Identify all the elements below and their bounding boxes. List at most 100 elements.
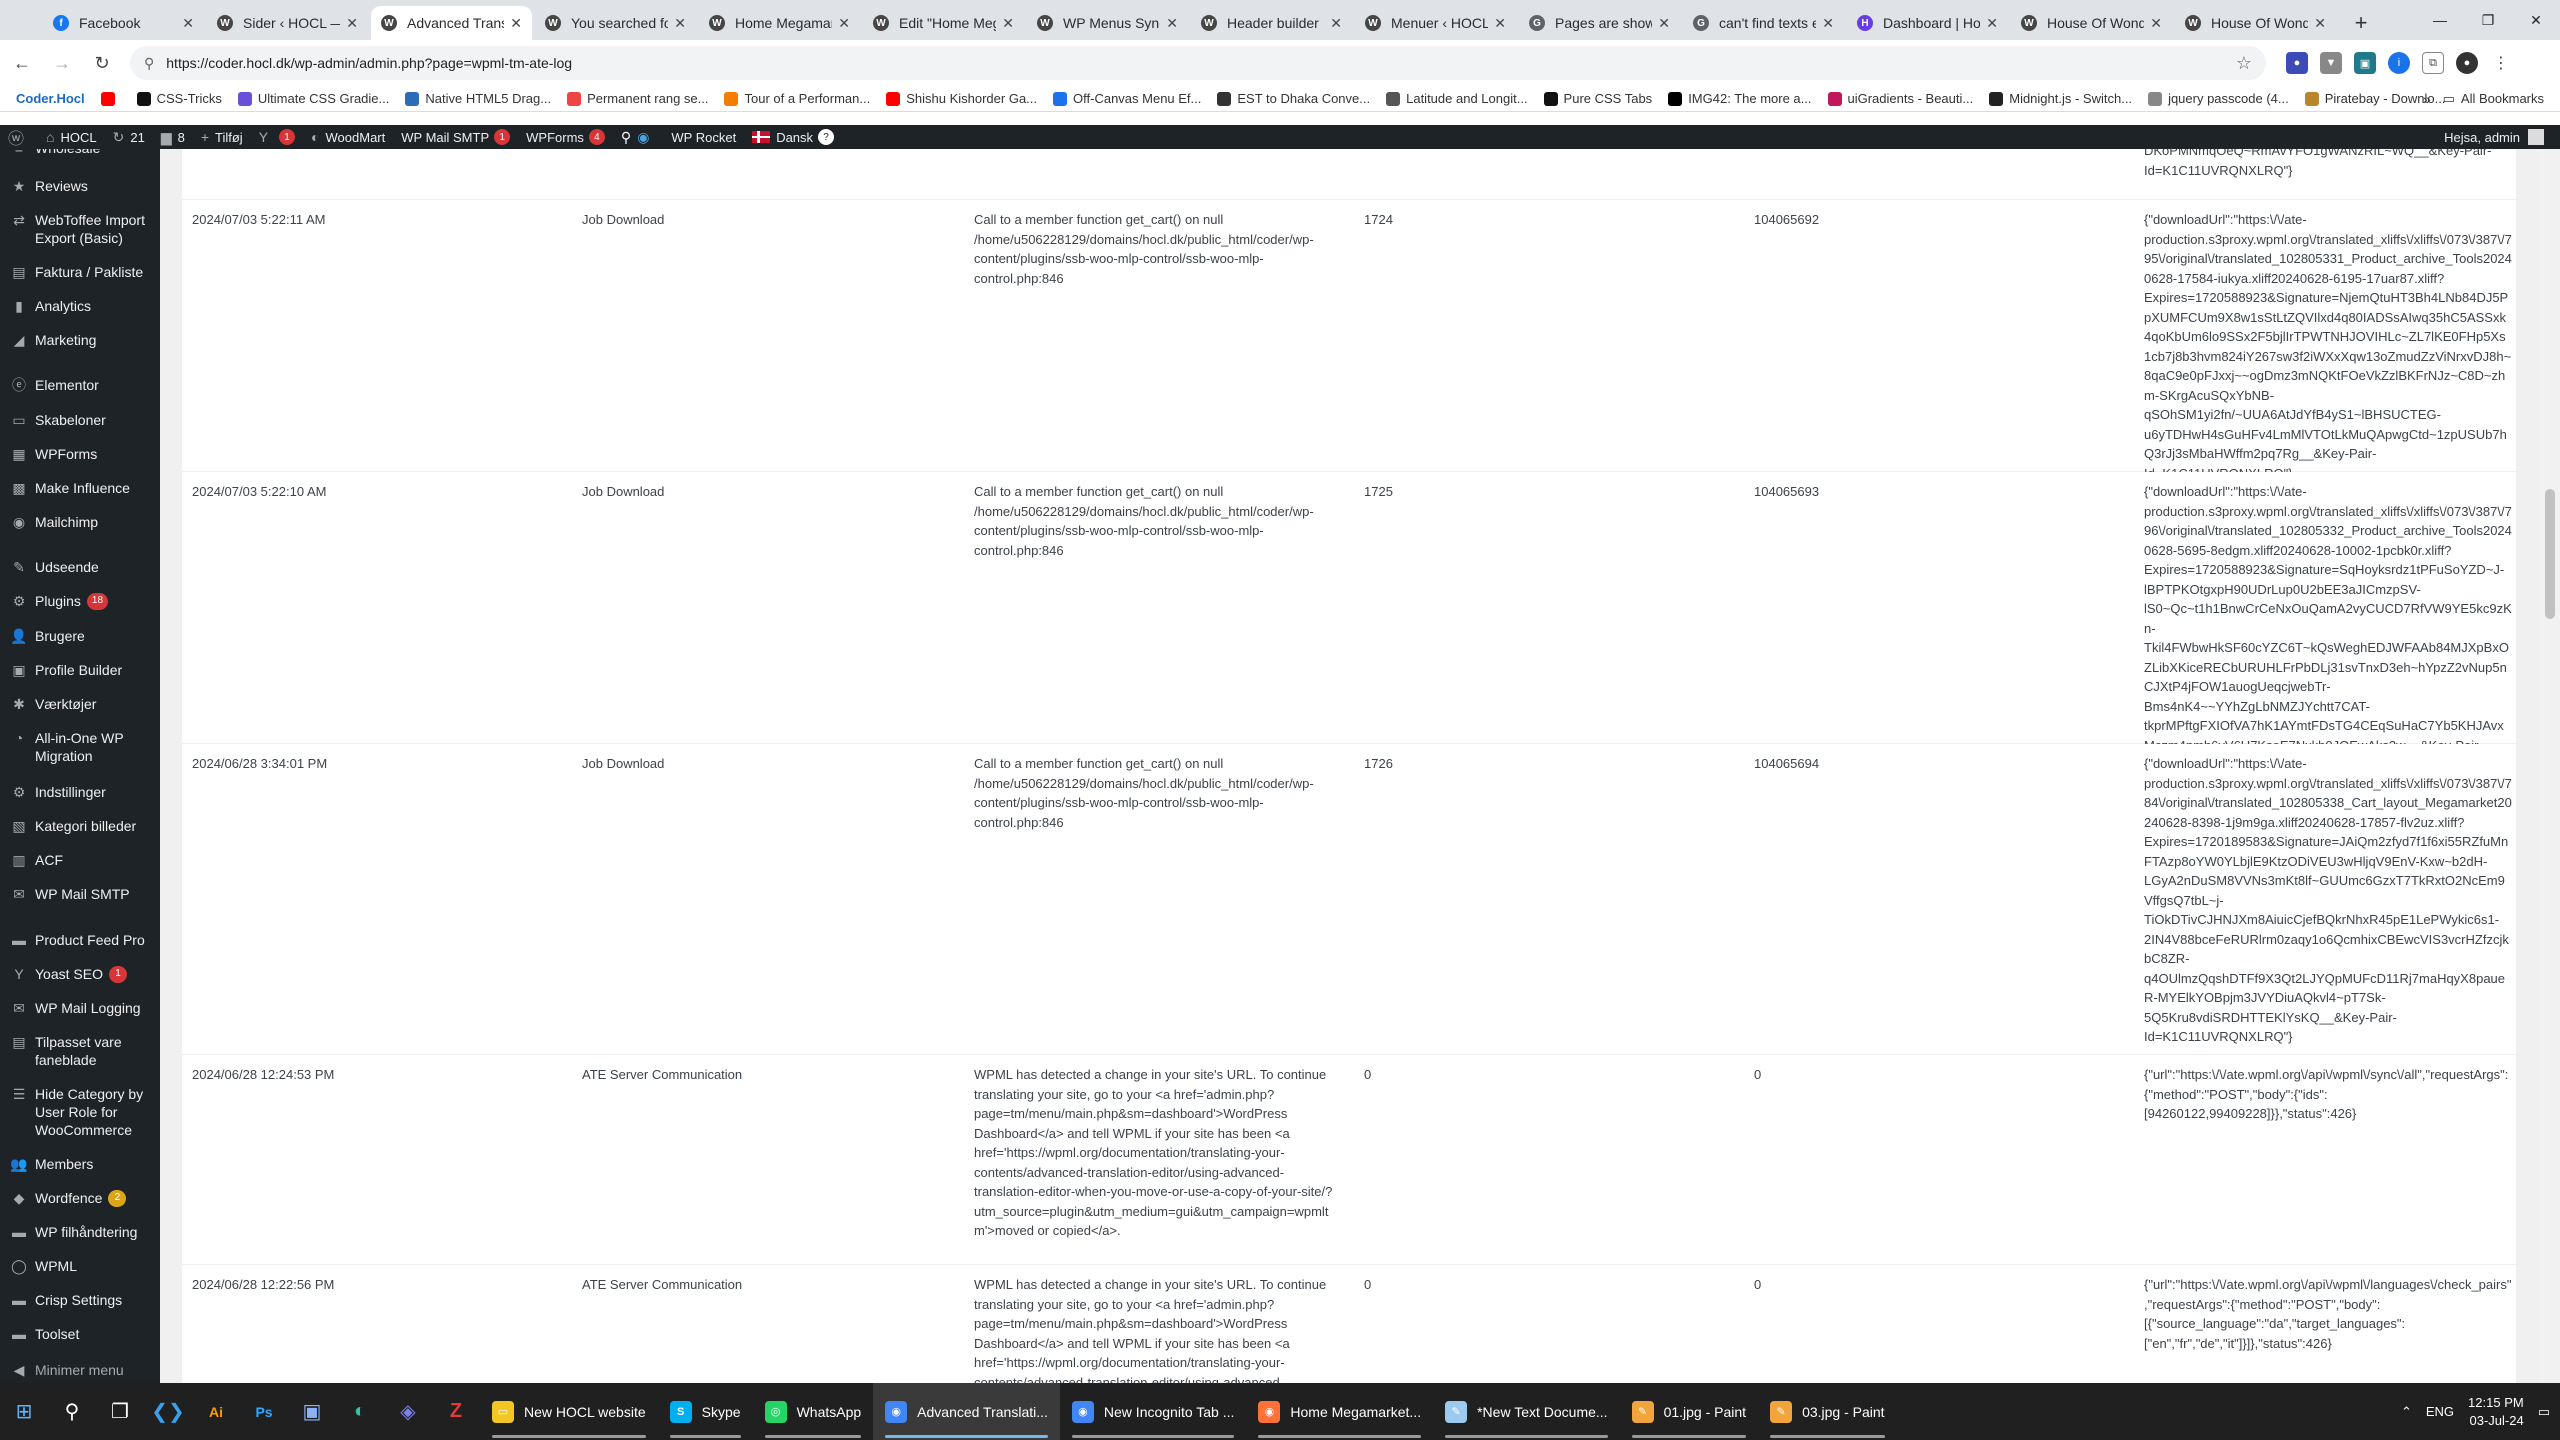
browser-tab[interactable]: W Edit "Home Meg ✕ (863, 6, 1024, 40)
all-bookmarks-label[interactable]: All Bookmarks (2461, 91, 2544, 106)
bookmark-item[interactable]: Pure CSS Tabs (1543, 91, 1652, 106)
site-info-icon[interactable]: ⚲ (144, 55, 154, 72)
extension-icon[interactable]: i (2388, 52, 2410, 74)
all-bookmarks[interactable]: » ▭ All Bookmarks (2423, 91, 2544, 107)
tab-close-icon[interactable]: ✕ (182, 15, 194, 32)
bookmark-star-icon[interactable]: ☆ (2236, 53, 2252, 74)
sidebar-item[interactable]: 👥 Members (0, 1155, 160, 1173)
minimize-button[interactable]: — (2416, 0, 2464, 40)
illustrator-icon[interactable]: Ai (192, 1383, 240, 1440)
bookmark-item[interactable]: CSS-Tricks (136, 91, 222, 106)
browser-tab[interactable]: W WP Menus Sync ✕ (1027, 6, 1188, 40)
task-view-icon[interactable]: ❐ (96, 1383, 144, 1440)
extension-icon[interactable]: ▣ (2354, 52, 2376, 74)
language-switcher[interactable]: Dansk? (744, 125, 842, 149)
tab-close-icon[interactable]: ✕ (346, 15, 358, 32)
photoshop-icon[interactable]: Ps (240, 1383, 288, 1440)
sidebar-item[interactable]: ◢ Marketing (0, 331, 160, 349)
sidebar-item[interactable]: ◔ All-in-One WP Migration (0, 729, 160, 765)
sidebar-item[interactable]: ▮ Analytics (0, 297, 160, 315)
bookmark-item[interactable]: Ultimate CSS Gradie... (237, 91, 389, 106)
input-language[interactable]: ENG (2426, 1404, 2454, 1419)
search-icon[interactable]: ⚲ (48, 1383, 96, 1440)
sidebar-item[interactable]: ◉ Mailchimp (0, 513, 160, 531)
bookmark-item[interactable]: jquery passcode (4... (2148, 91, 2289, 106)
browser-tab[interactable]: W House Of Wonde ✕ (2011, 6, 2172, 40)
sidebar-item[interactable]: ✉ WP Mail Logging (0, 999, 160, 1017)
bookmark-item[interactable]: Shishu Kishorder Ga... (886, 91, 1037, 106)
search-monitor-menu[interactable]: ⚲ ◉ (613, 125, 663, 149)
browser-tab[interactable]: H Dashboard | Hos ✕ (1847, 6, 2008, 40)
sidebar-item[interactable]: ◆ Wordfence 2 (0, 1189, 160, 1207)
bookmark-item[interactable]: Latitude and Longit... (1386, 91, 1528, 106)
forward-button[interactable]: → (44, 45, 80, 81)
new-tab-button[interactable]: + (2344, 6, 2378, 40)
wp-logo-menu[interactable]: ⓦ (0, 125, 38, 149)
sidebar-item[interactable]: ▬ WP filhåndtering (0, 1223, 160, 1241)
bookmark-item[interactable]: Tour of a Performan... (724, 91, 870, 106)
sidebar-item[interactable]: ✎ Udseende (0, 558, 160, 576)
bookmark-item[interactable]: Permanent rang se... (567, 91, 708, 106)
bookmark-item[interactable]: Midnight.js - Switch... (1989, 91, 2132, 106)
sidebar-item[interactable]: ▭ Skabeloner (0, 411, 160, 429)
updates-menu[interactable]: ↻ 21 (105, 125, 153, 149)
taskbar-app[interactable]: ✎ 03.jpg - Paint (1758, 1383, 1897, 1440)
sidebar-item[interactable]: ✱ Værktøjer (0, 695, 160, 713)
bookmark-item[interactable]: Native HTML5 Drag... (405, 91, 551, 106)
sidebar-item[interactable]: ▤ Faktura / Pakliste (0, 263, 160, 281)
vertical-scrollbar[interactable] (2540, 149, 2560, 1383)
chevron-right-icon[interactable]: » (2423, 91, 2431, 107)
taskbar-app[interactable]: ▭ New HOCL website (480, 1383, 658, 1440)
sidebar-item[interactable]: 👤 Brugere (0, 627, 160, 645)
tab-close-icon[interactable]: ✕ (510, 15, 522, 32)
filezilla-icon[interactable]: Z (432, 1383, 480, 1440)
sidebar-item[interactable]: Y Yoast SEO 1 (0, 965, 160, 983)
sidebar-item[interactable]: ★ Reviews (0, 177, 160, 195)
taskbar-app[interactable]: ◉ Advanced Translati... (873, 1383, 1060, 1440)
tab-close-icon[interactable]: ✕ (2150, 15, 2162, 32)
bookmark-item[interactable]: IMG42: The more a... (1668, 91, 1812, 106)
my-account-menu[interactable]: Hejsa, admin (2444, 129, 2544, 145)
sidebar-item[interactable]: ☰ Hide Category by User Role for WooComme… (0, 1085, 160, 1139)
sidebar-item[interactable]: ✉ WP Mail SMTP (0, 885, 160, 903)
notification-icon[interactable]: ▭ (2538, 1404, 2550, 1420)
browser-tab[interactable]: W House Of Wonde ✕ (2175, 6, 2336, 40)
tab-close-icon[interactable]: ✕ (1986, 15, 1998, 32)
browser-tab[interactable]: W You searched for ✕ (535, 6, 696, 40)
clock[interactable]: 12:15 PM 03-Jul-24 (2468, 1394, 2524, 1430)
profile-avatar-icon[interactable]: ● (2456, 52, 2478, 74)
browser-tab[interactable]: W Menuer ‹ HOCL ✕ (1355, 6, 1516, 40)
wp-mail-smtp-menu[interactable]: WP Mail SMTP 1 (393, 125, 518, 149)
bookmark-item[interactable]: EST to Dhaka Conve... (1217, 91, 1370, 106)
comments-menu[interactable]: ▆ 8 (153, 125, 193, 149)
vscode-icon[interactable]: ❮❯ (144, 1383, 192, 1440)
sidebar-item[interactable]: ▧ Kategori billeder (0, 817, 160, 835)
taskbar-app[interactable]: ◉ New Incognito Tab ... (1060, 1383, 1246, 1440)
woodmart-menu[interactable]: ◐ WoodMart (303, 125, 393, 149)
monitor-app-icon[interactable]: ▣ (288, 1383, 336, 1440)
browser-tab[interactable]: W Header builder ✕ (1191, 6, 1352, 40)
browser-tab[interactable]: Gcan't find texts e ✕ (1683, 6, 1844, 40)
site-name-menu[interactable]: ⌂ HOCL (38, 125, 105, 149)
maximize-button[interactable]: ❐ (2464, 0, 2512, 40)
extensions-puzzle-icon[interactable]: ⧉ (2422, 52, 2444, 74)
tab-close-icon[interactable]: ✕ (2314, 15, 2326, 32)
new-content-menu[interactable]: + Tilføj (193, 125, 251, 149)
bookmark-item[interactable]: Off-Canvas Menu Ef... (1053, 91, 1201, 106)
tab-close-icon[interactable]: ✕ (1166, 15, 1178, 32)
sidebar-item[interactable]: ≡ Wholesale (0, 149, 160, 157)
tab-close-icon[interactable]: ✕ (1330, 15, 1342, 32)
sidebar-item[interactable]: ▤ Tilpasset vare faneblade (0, 1033, 160, 1069)
bookmark-item[interactable]: Coder.Hocl (16, 91, 85, 106)
sidebar-item[interactable]: ▦ WPForms (0, 445, 160, 463)
wpforms-menu[interactable]: WPForms 4 (518, 125, 613, 149)
address-bar[interactable]: ⚲ https://coder.hocl.dk/wp-admin/admin.p… (130, 46, 2266, 80)
sidebar-item[interactable]: ⓔ Elementor (0, 376, 160, 394)
taskbar-app[interactable]: ✎ 01.jpg - Paint (1620, 1383, 1759, 1440)
sidebar-item[interactable]: ⚙ Plugins 18 (0, 592, 160, 610)
tab-close-icon[interactable]: ✕ (1494, 15, 1506, 32)
scrollbar-thumb[interactable] (2545, 489, 2555, 619)
extension-icon[interactable]: ▼ (2320, 52, 2342, 74)
bookmark-item[interactable] (100, 91, 121, 106)
sidebar-item[interactable]: ▣ Profile Builder (0, 661, 160, 679)
